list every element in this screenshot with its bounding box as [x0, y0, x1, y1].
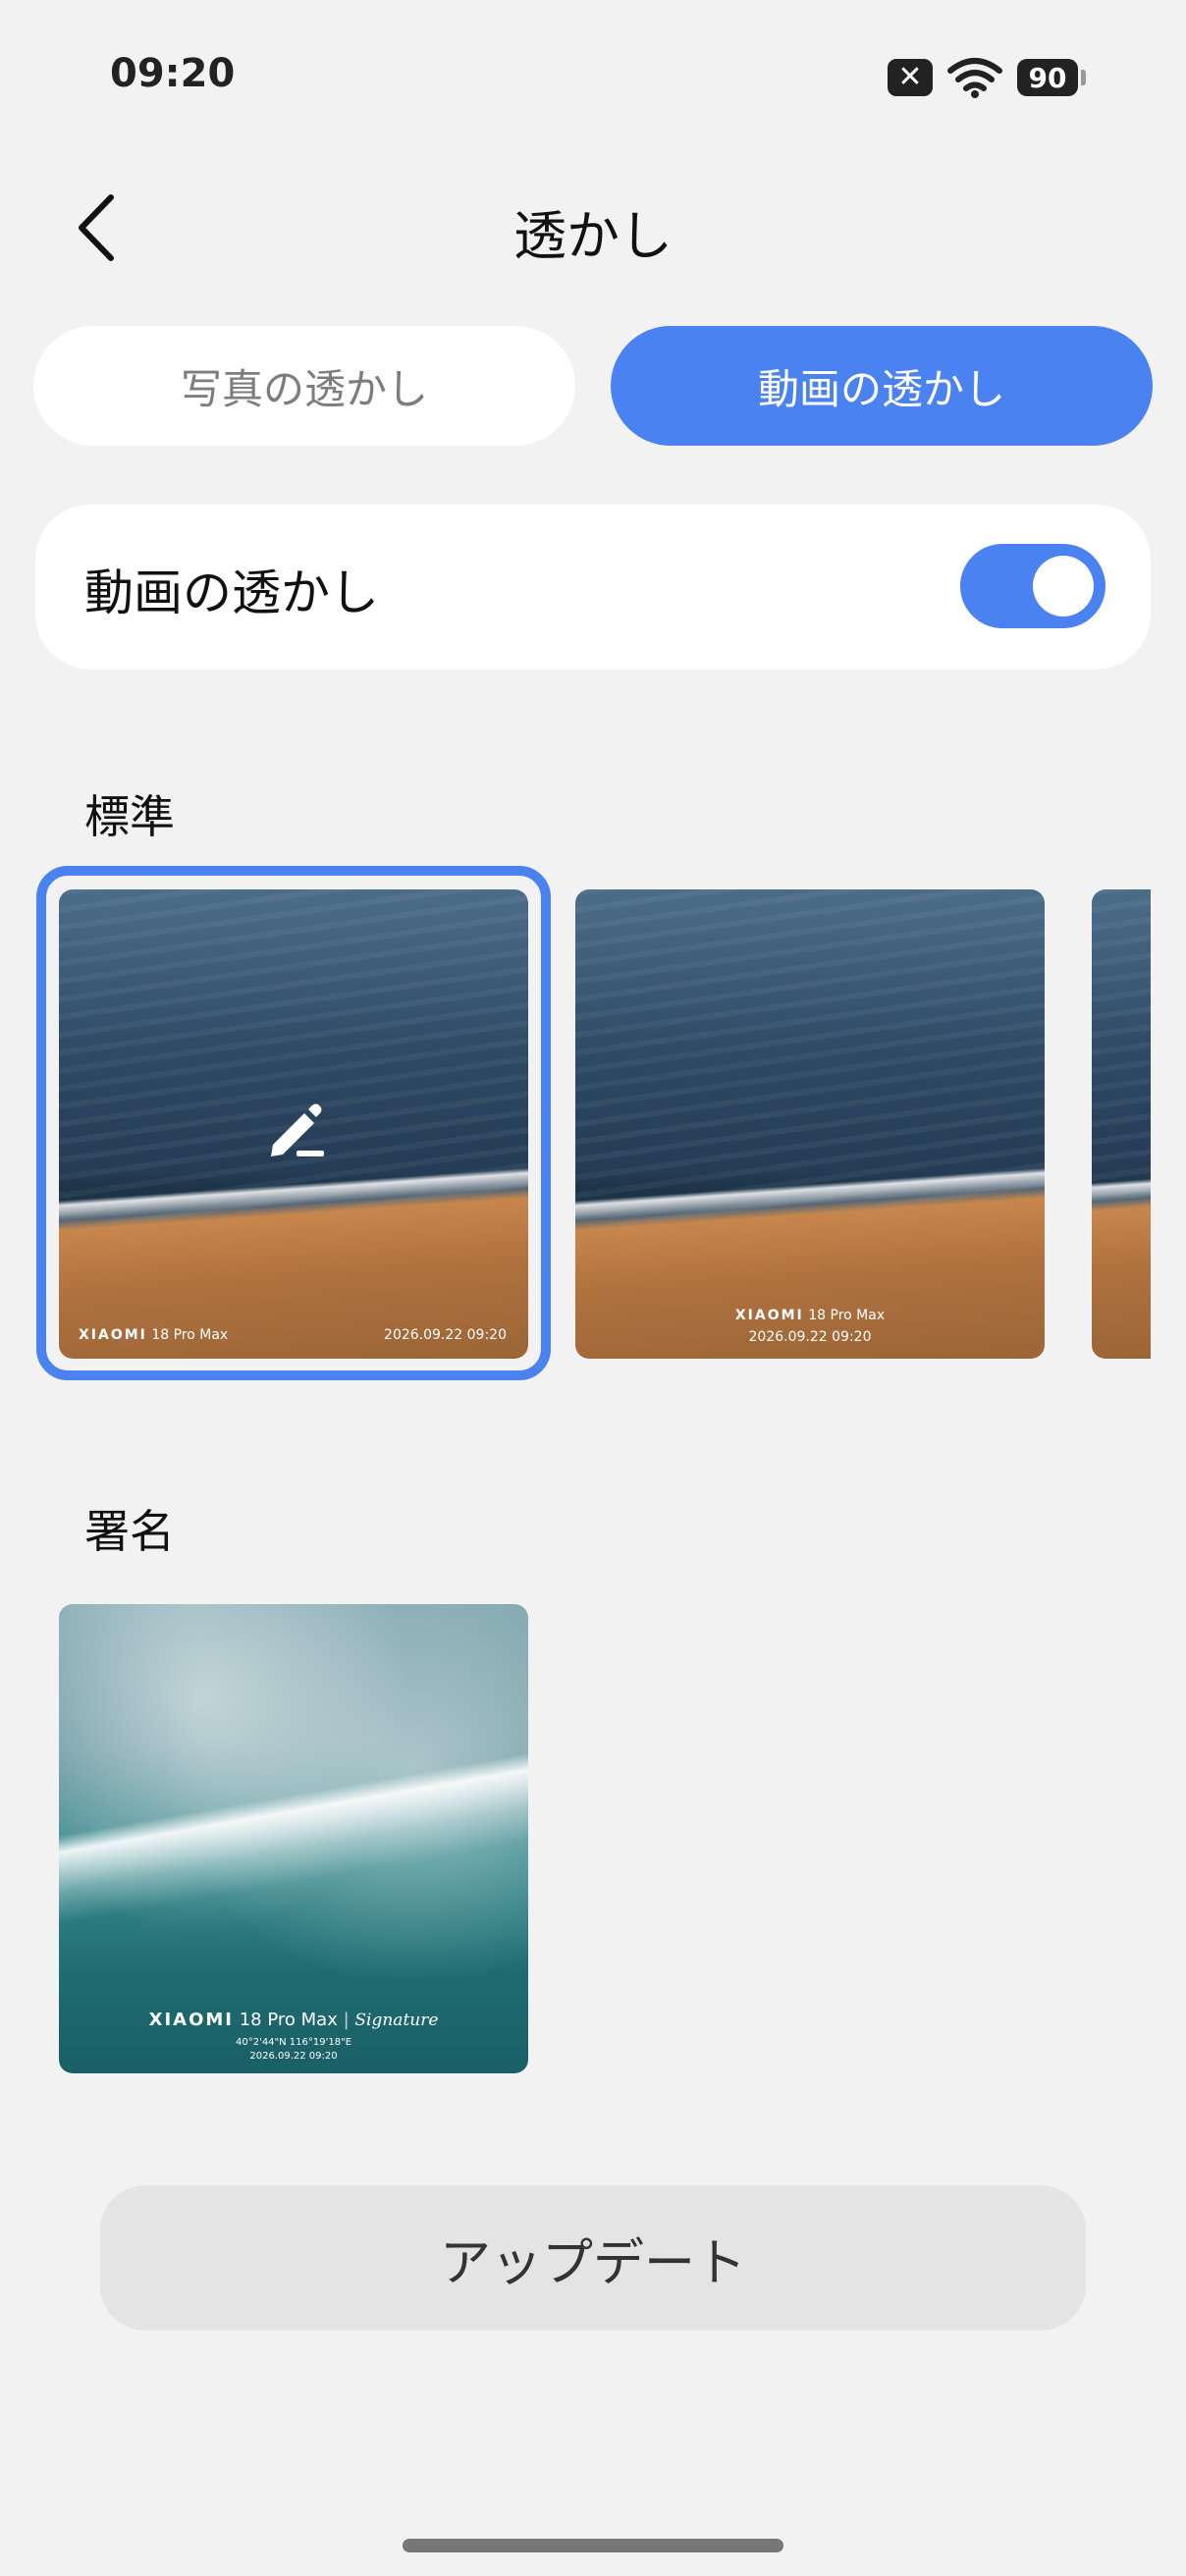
- template-standard-center[interactable]: XIAOMI 18 Pro Max 2026.09.22 09:20: [575, 889, 1045, 1359]
- home-indicator[interactable]: [403, 2539, 783, 2552]
- watermark-model-label: XIAOMI 18 Pro Max | Signature: [148, 2010, 439, 2030]
- template-standard-right[interactable]: [1092, 889, 1151, 1359]
- section-label-standard: 標準: [84, 790, 175, 843]
- tab-photo-watermark[interactable]: 写真の透かし: [33, 326, 575, 446]
- battery-icon: 90: [1017, 59, 1086, 96]
- status-time: 09:20: [110, 51, 236, 96]
- template-signature[interactable]: XIAOMI 18 Pro Max | Signature 40°2'44"N …: [59, 1604, 528, 2073]
- watermark-coordinates: 40°2'44"N 116°19'18"E: [235, 2037, 352, 2048]
- header: 透かし: [0, 167, 1186, 285]
- video-watermark-toggle-card: 動画の透かし: [35, 505, 1151, 670]
- watermark-datetime: 2026.09.22 09:20: [748, 1329, 872, 1345]
- tab-video-watermark[interactable]: 動画の透かし: [611, 326, 1153, 446]
- switch-knob: [1033, 556, 1094, 617]
- status-bar: 09:20 ✕ 90: [0, 0, 1186, 157]
- template-standard-left[interactable]: XIAOMI 18 Pro Max 2026.09.22 09:20: [59, 889, 528, 1359]
- edit-icon[interactable]: [265, 1096, 330, 1160]
- page-title: 透かし: [513, 205, 673, 267]
- signature-script: Signature: [354, 2011, 439, 2030]
- toggle-label: 動画の透かし: [84, 564, 379, 621]
- battery-level: 90: [1028, 61, 1067, 94]
- watermark-type-tabs: 写真の透かし 動画の透かし: [33, 326, 1153, 446]
- video-watermark-switch[interactable]: [960, 544, 1105, 628]
- update-button[interactable]: アップデート: [100, 2185, 1086, 2331]
- watermark-datetime: 2026.09.22 09:20: [249, 2051, 338, 2062]
- watermark-model-label: XIAOMI 18 Pro Max: [734, 1308, 886, 1323]
- status-icons: ✕ 90: [888, 57, 1086, 98]
- watermark-model-label: XIAOMI 18 Pro Max: [79, 1327, 229, 1343]
- section-label-signature: 署名: [84, 1505, 175, 1558]
- wifi-icon: [947, 58, 1002, 98]
- no-sim-icon: ✕: [888, 59, 933, 96]
- watermark-datetime: 2026.09.22 09:20: [384, 1327, 507, 1343]
